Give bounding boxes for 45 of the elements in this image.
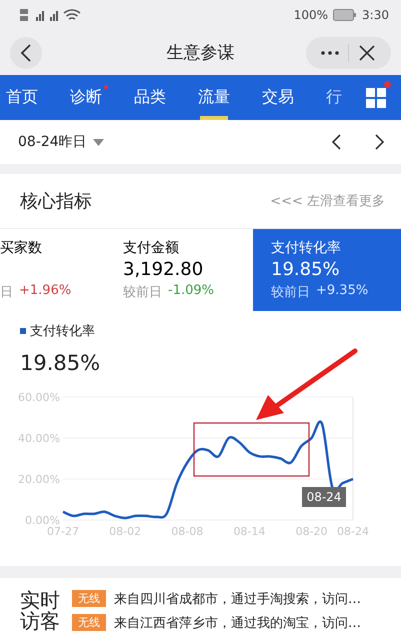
visitor-info: 来自江西省萍乡市，通过我的淘宝，访问…: [114, 614, 361, 632]
metric-value: 3,192.80: [123, 259, 204, 280]
change-value: -1.09%: [168, 283, 214, 300]
clock: 3:30: [362, 8, 389, 22]
nav-tab[interactable]: 品类: [118, 75, 182, 120]
badge-dot: [104, 85, 108, 89]
battery-percent: 100%: [294, 8, 328, 22]
back-button[interactable]: [10, 36, 42, 68]
grid-icon: [366, 88, 386, 108]
nav-tab[interactable]: 首页: [0, 75, 54, 120]
section-title: 核心指标: [20, 190, 92, 213]
nav-tab[interactable]: 交易: [246, 75, 310, 120]
metric-label: 买家数: [0, 239, 43, 257]
date-picker[interactable]: 08-24昨日: [18, 133, 104, 151]
metric-card[interactable]: 支付转化率 19.85% 较前日 +9.35%: [253, 229, 401, 311]
channel-tag: 无线: [72, 614, 106, 631]
compare-label: 较前日: [271, 284, 310, 301]
metric-label: 支付转化率: [271, 239, 342, 257]
metric-value: 19.85%: [271, 259, 340, 280]
signal-icon: [20, 7, 82, 23]
badge-dot: [384, 81, 391, 88]
current-value: 19.85%: [19, 351, 102, 377]
close-icon: [359, 44, 375, 60]
tooltip: 08-24: [302, 487, 346, 507]
nav-tab[interactable]: 诊断: [54, 75, 118, 120]
compare-label: 日: [0, 284, 13, 301]
legend-label: 支付转化率: [30, 323, 95, 340]
visitor-info: 来自四川省成都市，通过手淘搜索，访问…: [114, 590, 361, 608]
section-title: 实时访客: [20, 590, 60, 632]
chevron-left-icon: [331, 134, 341, 150]
more-icon: [320, 50, 340, 54]
nav-tab[interactable]: 流量: [182, 75, 246, 120]
nav-tab[interactable]: 行: [310, 75, 342, 120]
swipe-hint: <<< 左滑查看更多: [270, 193, 385, 210]
back-icon: [20, 44, 32, 62]
change-value: +1.96%: [19, 283, 72, 300]
battery-icon: [333, 9, 358, 21]
chevron-right-icon: [375, 134, 385, 150]
page-title: 生意参谋: [166, 43, 234, 63]
compare-label: 较前日: [123, 284, 162, 301]
channel-tag: 无线: [72, 590, 106, 607]
change-value: +9.35%: [316, 283, 368, 300]
caret-icon: [92, 138, 104, 146]
legend-swatch: [20, 328, 26, 334]
metric-label: 支付金额: [123, 239, 180, 257]
